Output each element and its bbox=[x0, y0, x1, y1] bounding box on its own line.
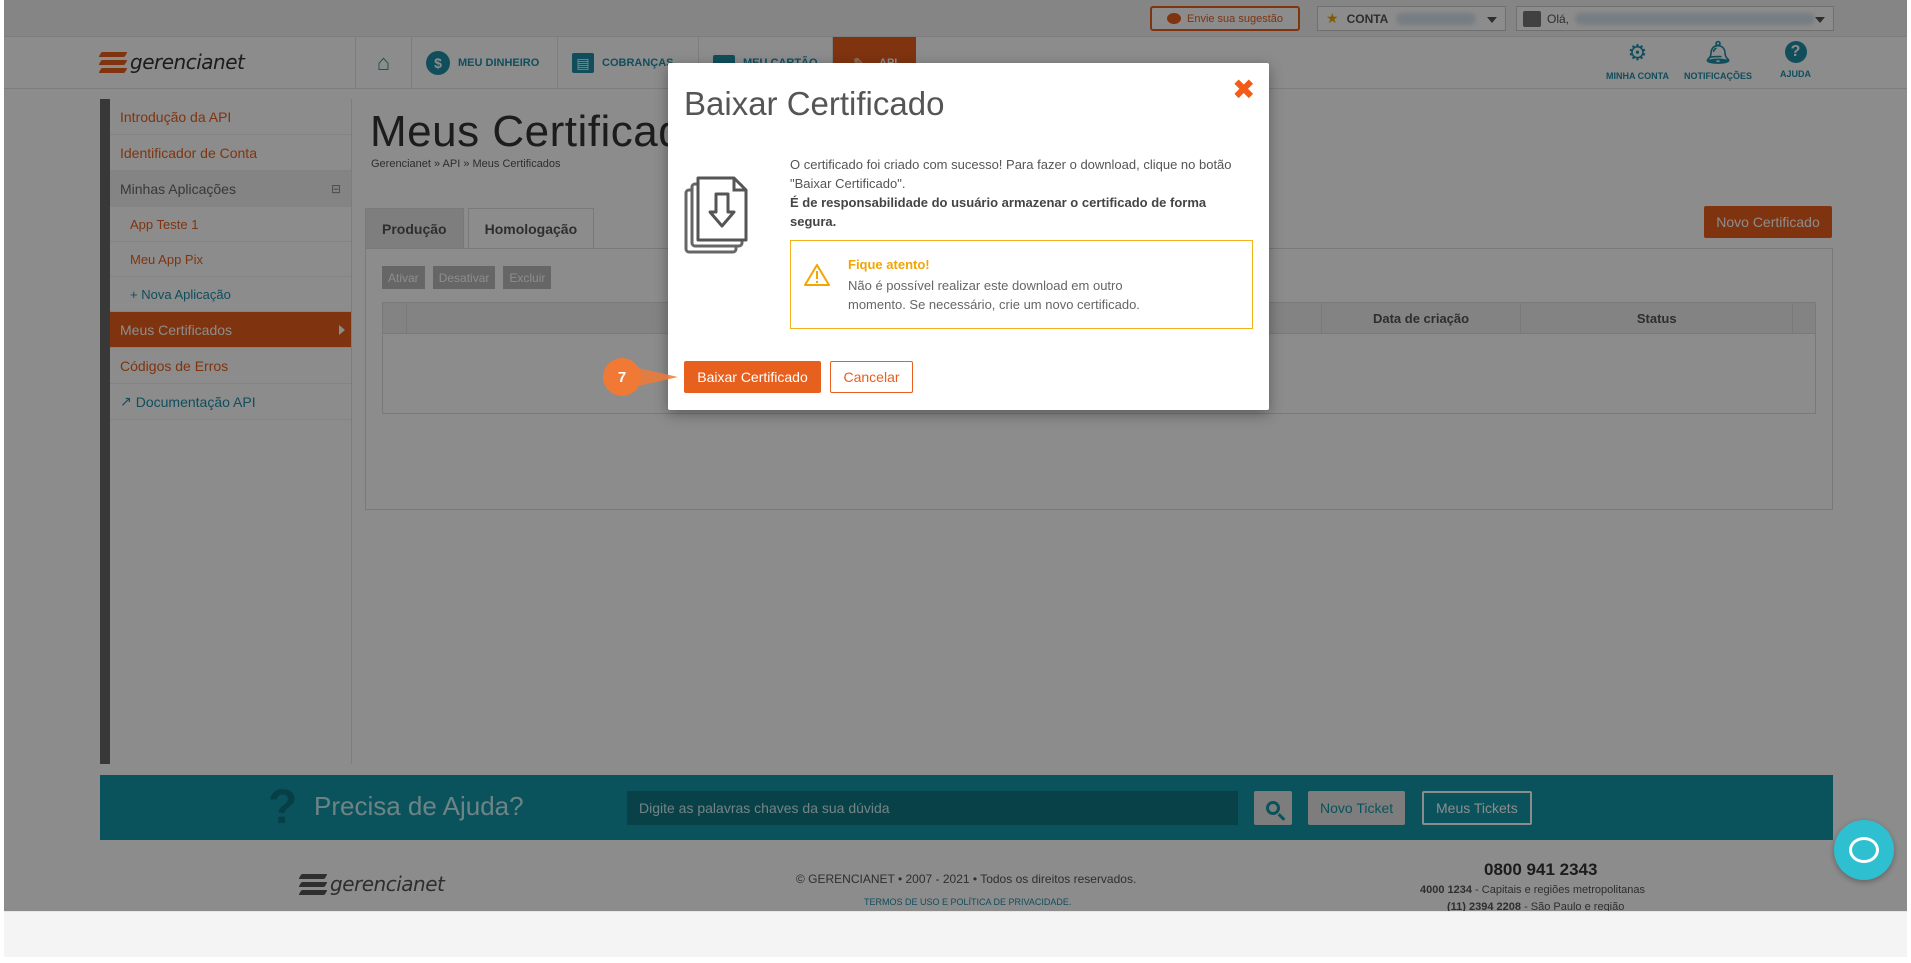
cancel-button[interactable]: Cancelar bbox=[830, 361, 913, 393]
download-certificate-modal: Baixar Certificado ✖ O certificado foi c… bbox=[668, 63, 1269, 410]
close-icon[interactable]: ✖ bbox=[1232, 75, 1255, 105]
modal-message: O certificado foi criado com sucesso! Pa… bbox=[790, 155, 1255, 231]
warning-title: Fique atento! bbox=[848, 257, 930, 272]
bottom-strip bbox=[4, 911, 1907, 957]
modal-message-bold: É de responsabilidade do usuário armazen… bbox=[790, 195, 1207, 229]
warning-text: Não é possível realizar este download em… bbox=[848, 278, 1140, 312]
chat-button[interactable] bbox=[1834, 820, 1894, 880]
step-badge: 7 bbox=[603, 358, 641, 396]
app-window: Envie sua sugestão ★ CONTA Olá, gerencia… bbox=[4, 0, 1907, 911]
warning-box: Fique atento! Não é possível realizar es… bbox=[790, 240, 1253, 329]
certificate-download-icon bbox=[684, 176, 748, 254]
modal-message-text: O certificado foi criado com sucesso! Pa… bbox=[790, 157, 1232, 191]
warning-icon bbox=[804, 264, 830, 286]
modal-title: Baixar Certificado bbox=[684, 85, 945, 122]
download-certificate-button[interactable]: Baixar Certificado bbox=[684, 361, 821, 393]
chat-icon bbox=[1849, 837, 1879, 863]
